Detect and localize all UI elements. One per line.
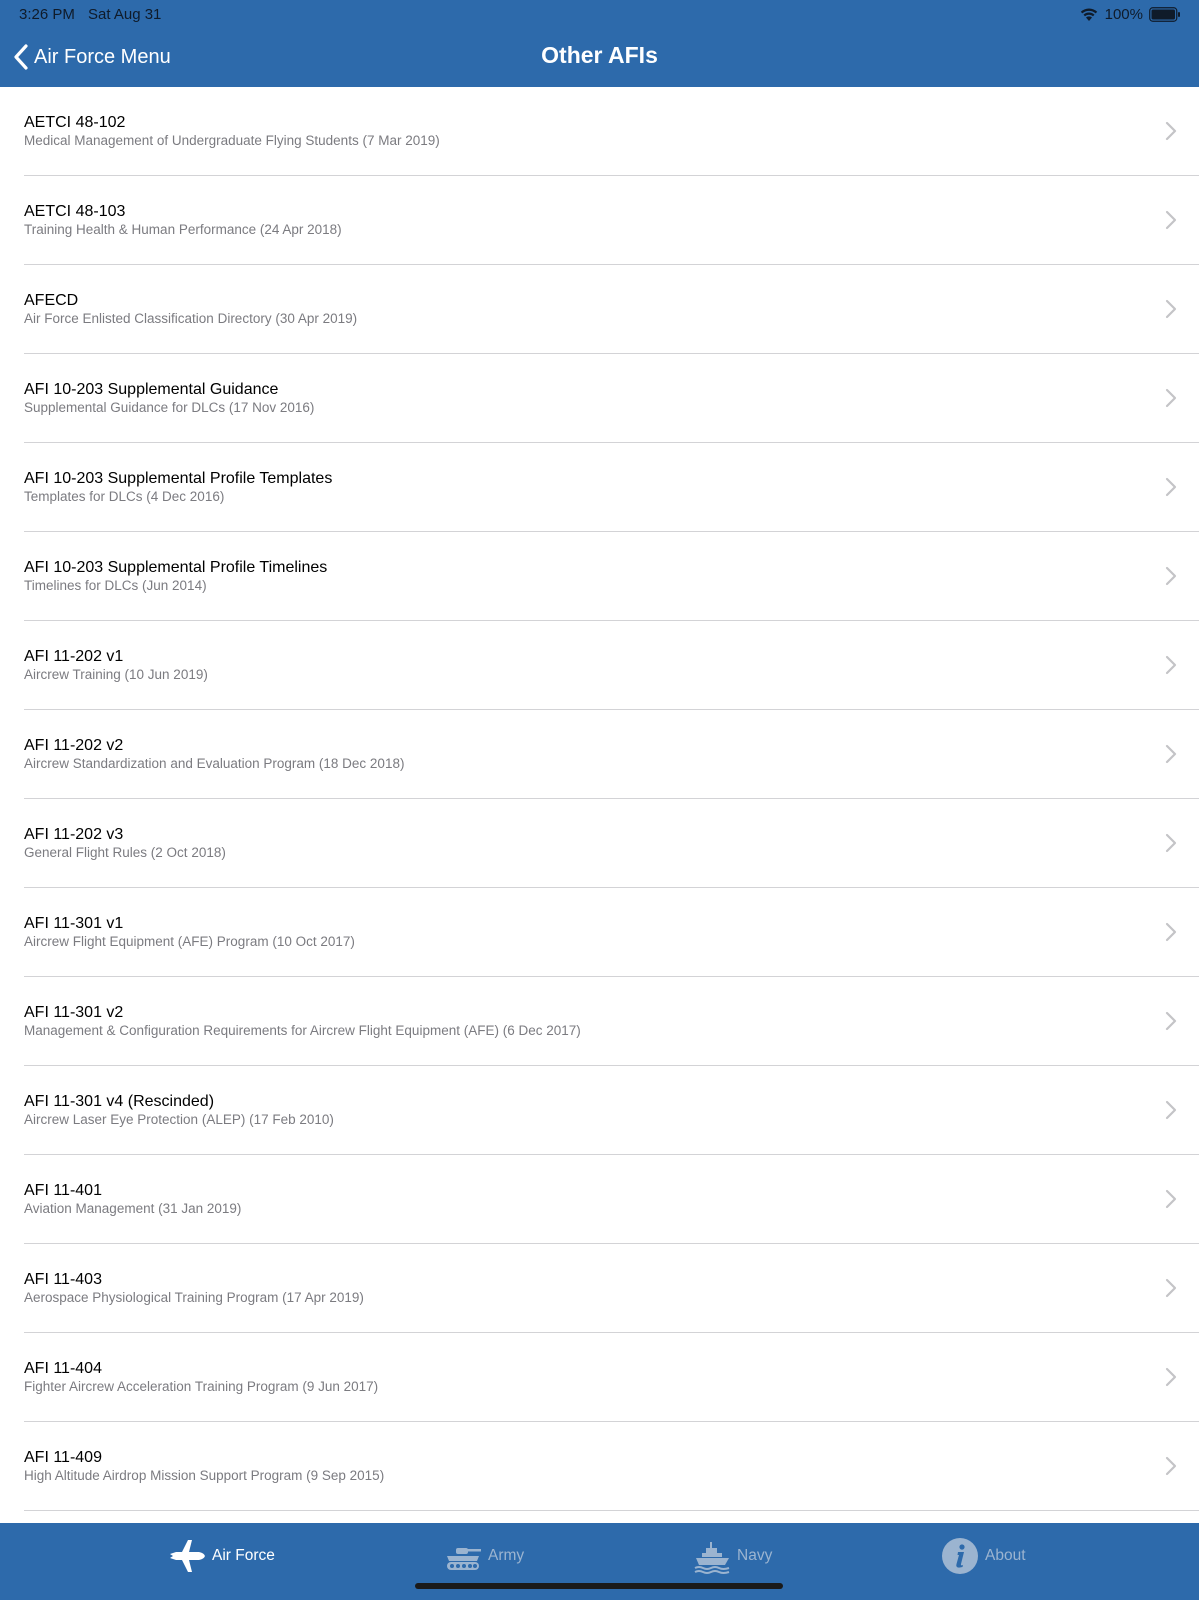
list-item-title: AFI 10-203 Supplemental Profile Timeline… [24, 559, 328, 576]
chevron-right-icon [1165, 1011, 1177, 1031]
status-date: Sat Aug 31 [88, 6, 162, 23]
list-item-title: AFI 11-404 [24, 1360, 102, 1377]
list-item-title: AFECD [24, 292, 79, 309]
page-title: Other AFIs [541, 42, 658, 68]
list-item[interactable]: AFI 11-403 Aerospace Physiological Train… [0, 1244, 1199, 1333]
tab-about[interactable]: About [941, 1535, 1026, 1577]
afi-list: AETCI 48-102 Medical Management of Under… [0, 87, 1199, 1523]
list-item-subtitle: Supplemental Guidance for DLCs (17 Nov 2… [24, 400, 315, 415]
chevron-right-icon [1165, 121, 1177, 141]
tab-label: About [985, 1547, 1026, 1564]
status-indicators: 100% [1079, 5, 1181, 23]
list-item-subtitle: Aviation Management (31 Jan 2019) [24, 1201, 242, 1216]
list-item[interactable]: AFI 11-202 v2 Aircrew Standardization an… [0, 710, 1199, 799]
list-item-title: AFI 10-203 Supplemental Guidance [24, 381, 279, 398]
back-button-label: Air Force Menu [34, 45, 171, 68]
status-bar: 3:26 PM Sat Aug 31 100% [0, 0, 1199, 28]
tab-air-force[interactable]: Air Force [168, 1535, 275, 1577]
list-item-subtitle: Fighter Aircrew Acceleration Training Pr… [24, 1379, 379, 1394]
list-item-title: AFI 11-409 [24, 1449, 102, 1466]
list-item-subtitle: Templates for DLCs (4 Dec 2016) [24, 489, 225, 504]
list-item[interactable]: AFI 11-202 v3 General Flight Rules (2 Oc… [0, 799, 1199, 888]
battery-icon [1149, 6, 1180, 22]
list-item-subtitle: Aircrew Training (10 Jun 2019) [24, 667, 208, 682]
list-item-title: AETCI 48-102 [24, 114, 126, 131]
list-item[interactable]: AFI 11-202 v1 Aircrew Training (10 Jun 2… [0, 621, 1199, 710]
list-item-title: AFI 11-401 [24, 1182, 102, 1199]
list-item-title: AFI 11-202 v3 [24, 826, 124, 843]
chevron-left-icon [14, 44, 28, 70]
list-item-title: AFI 11-202 v1 [24, 648, 124, 665]
list-item[interactable]: AFI 10-203 Supplemental Profile Template… [0, 443, 1199, 532]
list-item-subtitle: Training Health & Human Performance (24 … [24, 222, 342, 237]
list-item[interactable]: AFECD Air Force Enlisted Classification … [0, 265, 1199, 354]
wifi-icon [1080, 8, 1097, 21]
chevron-right-icon [1165, 477, 1177, 497]
list-item[interactable]: AFI 11-404 Fighter Aircrew Acceleration … [0, 1333, 1199, 1422]
tab-label: Air Force [212, 1547, 275, 1564]
chevron-right-icon [1165, 299, 1177, 319]
chevron-right-icon [1165, 1189, 1177, 1209]
list-item-title: AFI 11-301 v2 [24, 1004, 124, 1021]
list-item[interactable]: AFI 10-203 Supplemental Guidance Supplem… [0, 354, 1199, 443]
list-item-title: AFI 10-203 Supplemental Profile Template… [24, 470, 333, 487]
list-item-title: AFI 11-301 v1 [24, 915, 124, 932]
chevron-right-icon [1165, 655, 1177, 675]
list-item[interactable]: AFI 11-301 v4 (Rescinded) Aircrew Laser … [0, 1066, 1199, 1155]
back-button[interactable]: Air Force Menu [12, 40, 171, 74]
chevron-right-icon [1165, 922, 1177, 942]
chevron-right-icon [1165, 210, 1177, 230]
tab-army[interactable]: Army [444, 1535, 524, 1577]
list-item-subtitle: General Flight Rules (2 Oct 2018) [24, 845, 226, 860]
home-indicator[interactable] [415, 1583, 783, 1589]
list-item[interactable]: AFI 11-301 v1 Aircrew Flight Equipment (… [0, 888, 1199, 977]
list-item-title: AETCI 48-103 [24, 203, 126, 220]
chevron-right-icon [1165, 1456, 1177, 1476]
chevron-right-icon [1165, 1367, 1177, 1387]
jet-icon [170, 1540, 205, 1572]
info-icon [942, 1538, 978, 1574]
list-item-title: AFI 11-202 v2 [24, 737, 124, 754]
list-item[interactable]: AETCI 48-103 Training Health & Human Per… [0, 176, 1199, 265]
list-item[interactable]: AETCI 48-102 Medical Management of Under… [0, 87, 1199, 176]
chevron-right-icon [1165, 388, 1177, 408]
tab-label: Army [488, 1547, 525, 1564]
list-item-subtitle: Aircrew Flight Equipment (AFE) Program (… [24, 934, 355, 949]
list-item-subtitle: Management & Configuration Requirements … [24, 1023, 581, 1038]
chevron-right-icon [1165, 744, 1177, 764]
tab-bar: Air Force Army Navy About [0, 1523, 1199, 1600]
list-item-subtitle: Medical Management of Undergraduate Flyi… [24, 133, 440, 148]
list-item-subtitle: High Altitude Airdrop Mission Support Pr… [24, 1468, 385, 1483]
chevron-right-icon [1165, 566, 1177, 586]
status-time: 3:26 PM [19, 6, 75, 23]
navigation-header: 3:26 PM Sat Aug 31 100% Air Force Menu O… [0, 0, 1199, 87]
chevron-right-icon [1165, 1100, 1177, 1120]
list-item-subtitle: Aerospace Physiological Training Program… [24, 1290, 364, 1305]
tab-navy[interactable]: Navy [693, 1535, 772, 1577]
list-item[interactable]: AFI 11-401 Aviation Management (31 Jan 2… [0, 1155, 1199, 1244]
list-item[interactable]: AFI 10-203 Supplemental Profile Timeline… [0, 532, 1199, 621]
list-item-subtitle: Aircrew Standardization and Evaluation P… [24, 756, 405, 771]
tank-icon [447, 1548, 481, 1570]
list-item-title: AFI 11-301 v4 (Rescinded) [24, 1093, 215, 1110]
list-item-subtitle: Air Force Enlisted Classification Direct… [24, 311, 358, 326]
chevron-right-icon [1165, 833, 1177, 853]
tab-label: Navy [737, 1547, 773, 1564]
list-item-subtitle: Aircrew Laser Eye Protection (ALEP) (17 … [24, 1112, 334, 1127]
list-item[interactable]: AFI 11-409 High Altitude Airdrop Mission… [0, 1422, 1199, 1511]
list-item-title: AFI 11-403 [24, 1271, 102, 1288]
list-item-subtitle: Timelines for DLCs (Jun 2014) [24, 578, 207, 593]
list-item[interactable]: AFI 11-301 v2 Management & Configuration… [0, 977, 1199, 1066]
battery-percentage: 100% [1104, 5, 1143, 23]
ship-icon [694, 1542, 730, 1574]
chevron-right-icon [1165, 1278, 1177, 1298]
